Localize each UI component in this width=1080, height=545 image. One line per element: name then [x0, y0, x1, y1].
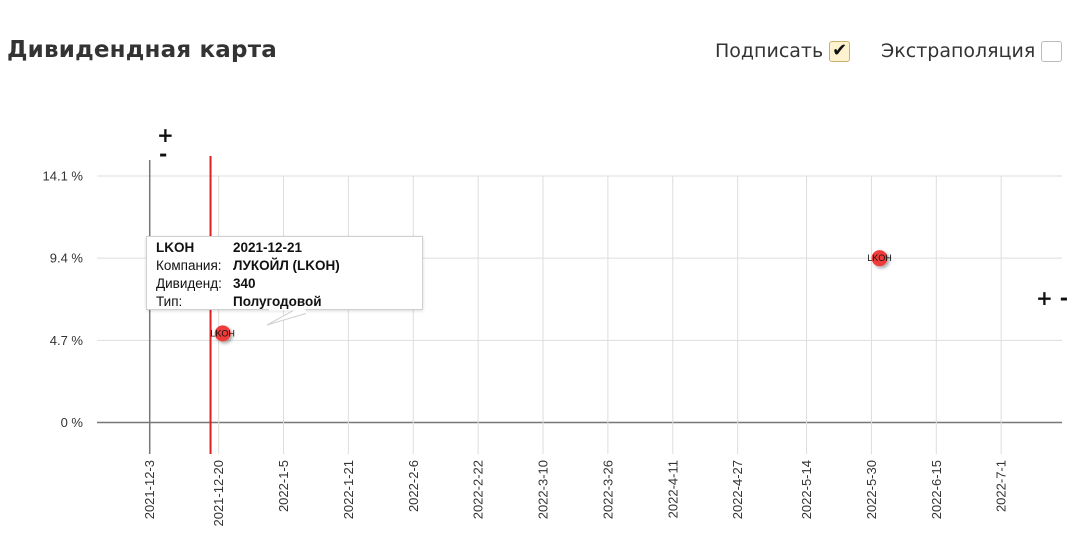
data-point-label: LKOH: [867, 253, 892, 263]
x-tick-label: 2022-3-10: [536, 460, 551, 519]
data-point-label: LKOH: [210, 328, 235, 338]
y-tick-label: 4.7 %: [50, 333, 84, 348]
x-tick-label: 2022-6-15: [929, 460, 944, 519]
x-tick-label: 2022-2-22: [471, 460, 486, 519]
tooltip-type-label: Тип:: [156, 294, 183, 309]
x-tick-label: 2022-4-27: [730, 460, 745, 519]
tooltip-tail: [266, 309, 306, 326]
x-tick-label: 2022-7-1: [994, 460, 1009, 512]
tooltip-ticker: LKOH: [156, 240, 195, 255]
x-tick-label: 2022-3-26: [600, 460, 615, 519]
x-tick-label: 2021-12-3: [142, 460, 157, 519]
tooltip-date: 2021-12-21: [233, 240, 303, 255]
y-tick-label: 9.4 %: [50, 251, 84, 266]
x-tick-label: 2022-1-5: [276, 460, 291, 512]
x-tick-label: 2021-12-20: [211, 460, 226, 527]
y-zoom-buttons[interactable]: + -: [1036, 288, 1068, 308]
y-tick-label: 14.1 %: [43, 169, 84, 184]
tooltip-dividend-label: Дивиденд:: [156, 276, 222, 291]
x-tick-label: 2022-5-30: [864, 460, 879, 519]
tooltip-dividend: 340: [233, 276, 256, 291]
point-tooltip: LKOH 2021-12-21 Компания: ЛУКОЙЛ (LKOH) …: [146, 236, 423, 310]
x-tick-label: 2022-2-6: [406, 460, 421, 512]
x-tick-label: 2022-1-21: [341, 460, 356, 519]
tooltip-company: ЛУКОЙЛ (LKOH): [233, 258, 340, 273]
x-tick-label: 2022-4-11: [665, 460, 680, 518]
x-tick-label: 2022-5-14: [799, 460, 814, 519]
tooltip-company-label: Компания:: [156, 258, 222, 273]
x-zoom-out-button[interactable]: -: [159, 144, 167, 164]
y-tick-label: 0 %: [61, 415, 84, 430]
